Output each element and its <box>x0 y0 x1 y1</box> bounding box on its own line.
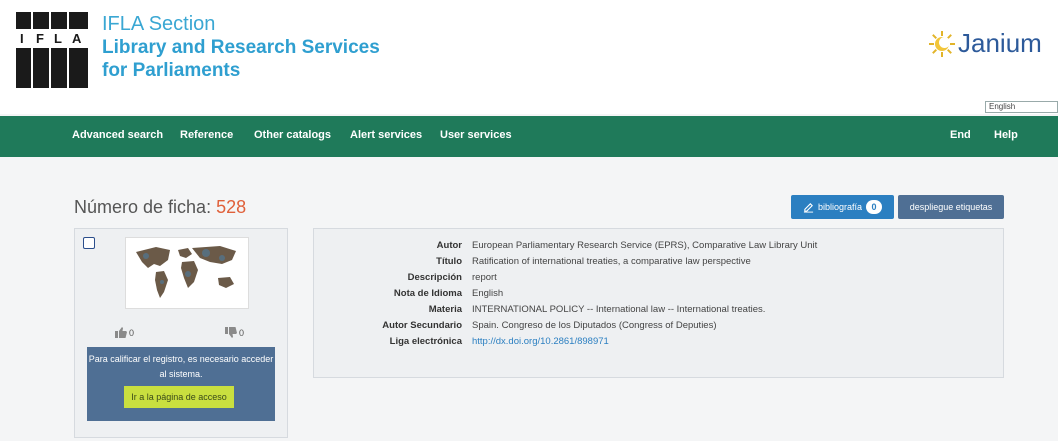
vote-down-count: 0 <box>239 327 245 338</box>
page-header: IFLA IFLA Section Library and Research S… <box>0 0 1058 114</box>
svg-text:L: L <box>54 31 62 46</box>
field-label-autor: Autor <box>436 240 462 251</box>
record-field-row: Nota de Idioma English <box>314 286 1005 302</box>
login-page-button[interactable]: Ir a la página de acceso <box>124 386 234 408</box>
nav-alert-services[interactable]: Alert services <box>350 129 422 141</box>
svg-text:I: I <box>20 31 24 46</box>
nav-other-catalogs[interactable]: Other catalogs <box>254 129 331 141</box>
thumbs-down-icon <box>225 327 237 338</box>
record-field-row: Liga electrónica http://dx.doi.org/10.28… <box>314 334 1005 350</box>
section-line-3: for Parliaments <box>102 60 241 81</box>
record-number-title: Número de ficha: 528 <box>74 197 246 218</box>
bibliografia-button[interactable]: bibliografía 0 <box>791 195 894 219</box>
nav-user-services[interactable]: User services <box>440 129 512 141</box>
section-line-1: IFLA Section <box>102 13 216 35</box>
field-label-nota-idioma: Nota de Idioma <box>393 288 462 299</box>
world-map-thumbnail[interactable] <box>125 237 249 309</box>
svg-text:F: F <box>36 31 44 46</box>
nav-advanced-search[interactable]: Advanced search <box>72 129 163 141</box>
record-field-row: Título Ratification of international tre… <box>314 254 1005 270</box>
rating-login-message: Para calificar el registro, es necesario… <box>88 354 274 379</box>
select-record-checkbox[interactable] <box>83 237 95 249</box>
field-value-materia: INTERNATIONAL POLICY -- International la… <box>472 304 766 315</box>
thumbs-up-icon <box>115 327 127 338</box>
doi-link[interactable]: http://dx.doi.org/10.2861/898971 <box>472 334 609 350</box>
record-thumbnail-card: 0 0 Para calificar el registro, es neces… <box>74 228 288 438</box>
vote-up-count: 0 <box>129 327 135 338</box>
field-label-autor-secundario: Autor Secundario <box>382 320 462 331</box>
section-title[interactable]: IFLA Section Library and Research Servic… <box>102 12 380 82</box>
field-label-liga-electronica: Liga electrónica <box>389 336 462 347</box>
field-value-nota-idioma: English <box>472 288 504 299</box>
despliegue-etiquetas-button[interactable]: despliegue etiquetas <box>898 195 1004 219</box>
record-number: 528 <box>216 197 247 217</box>
rating-login-notice: Para calificar el registro, es necesario… <box>87 347 275 421</box>
field-value-titulo: Ratification of international treaties, … <box>472 256 751 267</box>
field-label-descripcion: Descripción <box>407 272 462 283</box>
bookmark-edit-icon <box>803 202 814 213</box>
sun-icon <box>929 30 955 57</box>
svg-text:A: A <box>72 31 82 46</box>
bibliografia-label: bibliografía <box>817 202 863 212</box>
record-details: Autor European Parliamentary Research Se… <box>313 228 1004 378</box>
field-value-autor: European Parliamentary Research Service … <box>472 240 818 251</box>
janium-text: Janium <box>958 28 1042 58</box>
field-value-autor-secundario: Spain. Congreso de los Diputados (Congre… <box>472 320 717 331</box>
nav-end[interactable]: End <box>950 129 971 141</box>
vote-up-button[interactable]: 0 <box>115 327 134 338</box>
record-number-label: Número de ficha: <box>74 197 212 217</box>
language-select[interactable]: English <box>985 101 1058 113</box>
main-nav: Advanced search Reference Other catalogs… <box>0 116 1058 157</box>
section-line-2: Library and Research Services <box>102 37 380 58</box>
nav-help[interactable]: Help <box>994 129 1018 141</box>
field-label-titulo: Título <box>436 256 462 267</box>
janium-logo[interactable]: Janium <box>928 28 1042 59</box>
field-label-materia: Materia <box>428 304 462 315</box>
bibliografia-count-badge: 0 <box>866 200 883 214</box>
ifla-logo[interactable]: IFLA <box>16 12 88 88</box>
record-field-row: Autor European Parliamentary Research Se… <box>314 238 1005 254</box>
record-field-row: Descripción report <box>314 270 1005 286</box>
world-map-image <box>136 246 236 298</box>
record-field-row: Materia INTERNATIONAL POLICY -- Internat… <box>314 302 1005 318</box>
field-value-descripcion: report <box>472 272 497 283</box>
vote-down-button[interactable]: 0 <box>225 327 244 338</box>
nav-reference[interactable]: Reference <box>180 129 233 141</box>
record-field-row: Autor Secundario Spain. Congreso de los … <box>314 318 1005 334</box>
